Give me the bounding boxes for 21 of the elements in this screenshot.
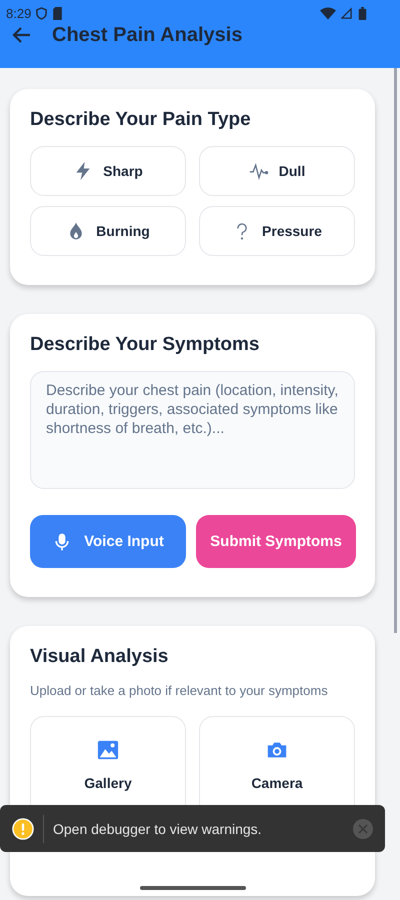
pain-type-option[interactable]: Burning bbox=[30, 206, 186, 256]
status-time: 8:29 bbox=[6, 6, 32, 20]
pain-type-option[interactable]: Sharp bbox=[30, 146, 186, 196]
section-title: Visual Analysis bbox=[30, 646, 170, 668]
image-icon bbox=[97, 739, 119, 761]
section-title: Describe Your Symptoms bbox=[30, 334, 260, 356]
pulse-icon bbox=[248, 161, 269, 181]
shield-icon bbox=[36, 6, 48, 20]
battery-icon bbox=[357, 6, 368, 20]
pain-type-option[interactable]: Pressure bbox=[199, 206, 355, 256]
wifi-icon bbox=[320, 6, 336, 20]
screen-title: Chest Pain Analysis bbox=[52, 24, 242, 46]
section-subtitle: Upload or take a photo if relevant to your symptoms bbox=[30, 683, 329, 698]
symptoms-input[interactable]: Describe your chest pain (location, intensity, duration, triggers, associated symptoms like shortness of breath, etc.)... bbox=[30, 371, 355, 489]
warning-icon bbox=[12, 818, 34, 840]
sd-card-icon bbox=[52, 6, 64, 20]
signal-icon bbox=[341, 6, 352, 20]
submit-button[interactable]: Submit Symptoms bbox=[196, 515, 356, 568]
section-title: Describe Your Pain Type bbox=[30, 109, 252, 131]
pain-type-option[interactable]: Dull bbox=[199, 146, 355, 196]
voice-input-button[interactable]: Voice Input bbox=[30, 515, 186, 568]
